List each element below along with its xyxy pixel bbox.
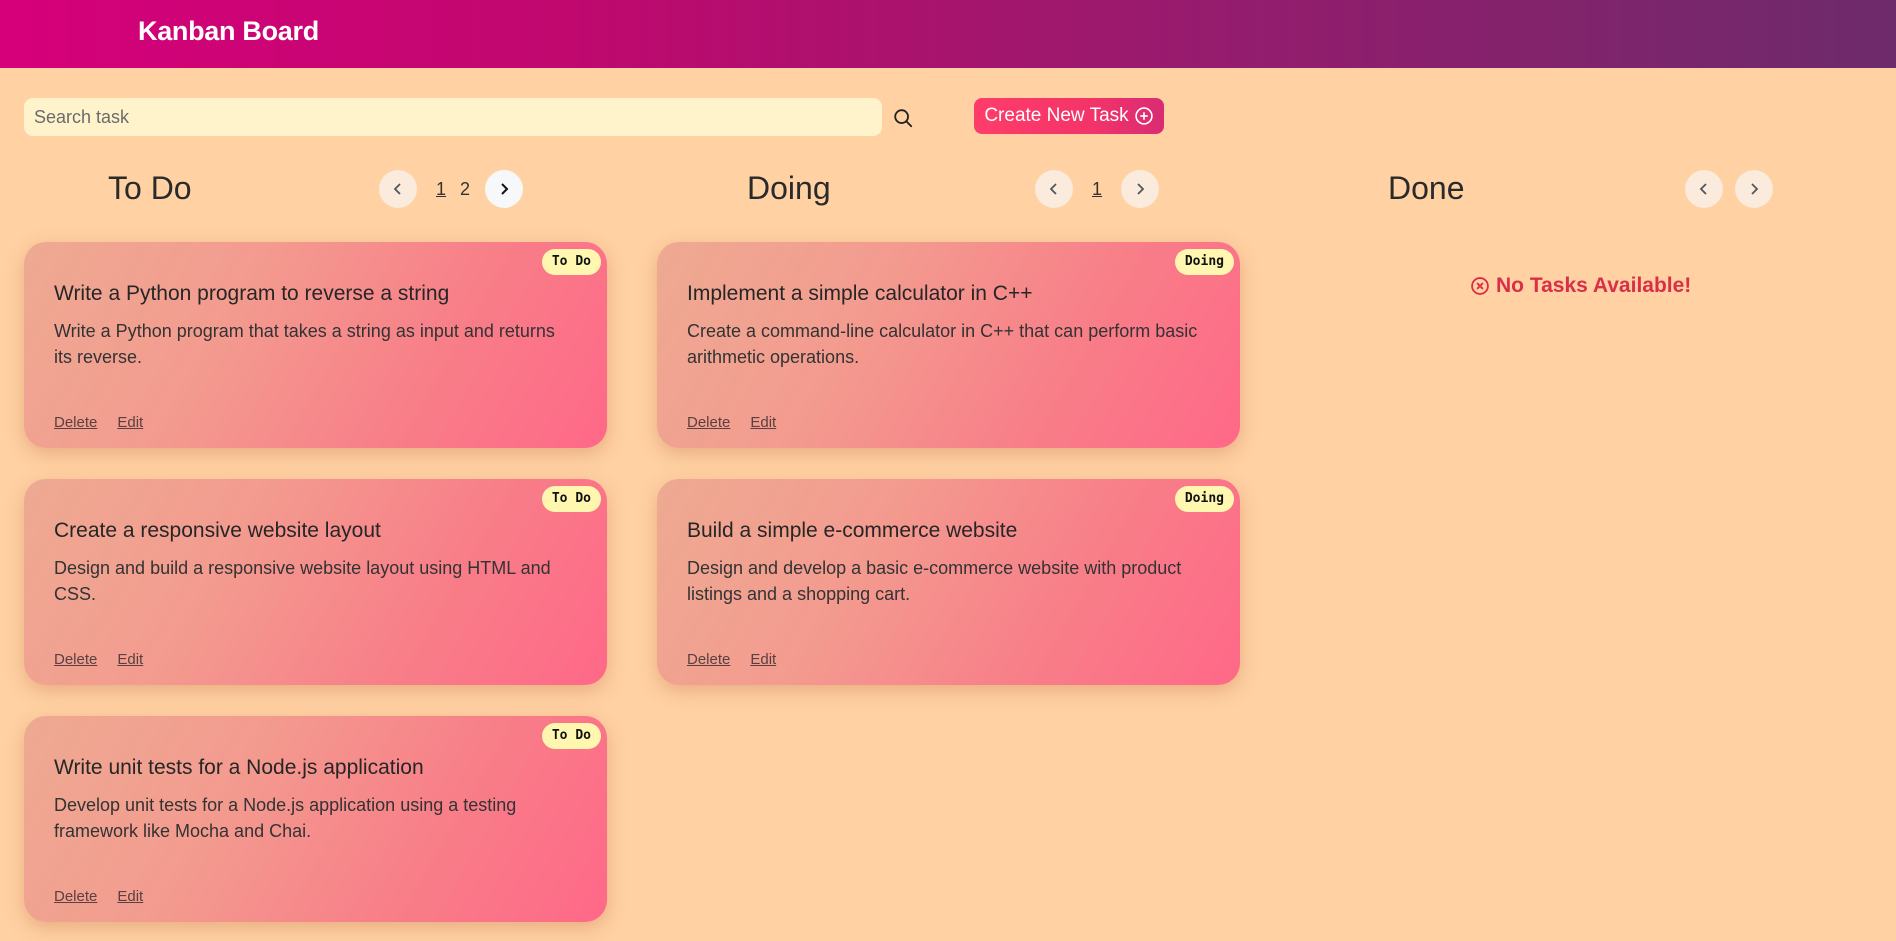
chevron-right-icon [501, 183, 509, 195]
page-number[interactable]: 1 [429, 179, 453, 200]
search-input[interactable] [24, 98, 882, 136]
edit-link[interactable]: Edit [117, 414, 143, 431]
empty-state: No Tasks Available! [1470, 274, 1691, 298]
search-button[interactable] [890, 105, 916, 131]
pager-done [1685, 170, 1773, 208]
create-task-button[interactable]: Create New Task [974, 98, 1164, 134]
status-badge: To Do [541, 723, 601, 749]
chevron-right-icon [1751, 183, 1759, 195]
status-badge: To Do [541, 249, 601, 275]
edit-link[interactable]: Edit [750, 651, 776, 668]
task-description: Design and build a responsive website la… [54, 558, 551, 604]
status-badge: Doing [1174, 486, 1234, 512]
task-title: Write unit tests for a Node.js applicati… [54, 756, 424, 779]
chevron-left-icon [393, 183, 401, 195]
edit-link[interactable]: Edit [117, 651, 143, 668]
delete-link[interactable]: Delete [687, 414, 730, 431]
task-card: Doing Build a simple e-commerce website … [657, 479, 1240, 685]
chevron-right-icon [1137, 183, 1145, 195]
next-page-button[interactable] [485, 170, 524, 208]
edit-link[interactable]: Edit [750, 414, 776, 431]
task-description: Design and develop a basic e-commerce we… [687, 558, 1182, 604]
delete-link[interactable]: Delete [54, 651, 97, 668]
page-number[interactable]: 1 [1085, 179, 1109, 200]
task-card: To Do Write unit tests for a Node.js app… [24, 716, 607, 922]
delete-link[interactable]: Delete [687, 651, 730, 668]
next-page-button[interactable] [1121, 170, 1160, 208]
search-icon [894, 109, 913, 128]
task-card: To Do Write a Python program to reverse … [24, 242, 607, 448]
task-title: Implement a simple calculator in C++ [687, 282, 1033, 305]
delete-link[interactable]: Delete [54, 888, 97, 905]
x-circle-icon [1471, 277, 1489, 295]
task-title: Write a Python program to reverse a stri… [54, 282, 450, 305]
pager-doing: 1 [1035, 170, 1160, 208]
column-title-todo: To Do [108, 170, 192, 206]
chevron-left-icon [1049, 183, 1057, 195]
task-title: Create a responsive website layout [54, 519, 381, 542]
prev-page-button[interactable] [379, 170, 417, 208]
app-title: Kanban Board [138, 16, 319, 46]
task-card: To Do Create a responsive website layout… [24, 479, 607, 685]
pager-todo: 1 2 [379, 170, 524, 208]
task-title: Build a simple e-commerce website [687, 519, 1018, 542]
chevron-left-icon [1699, 183, 1707, 195]
create-task-label: Create New Task [984, 105, 1129, 126]
app-header: Kanban Board [0, 0, 1896, 68]
status-badge: Doing [1174, 249, 1234, 275]
task-description: Write a Python program that takes a stri… [54, 321, 555, 367]
edit-link[interactable]: Edit [117, 888, 143, 905]
delete-link[interactable]: Delete [54, 414, 97, 431]
task-card: Doing Implement a simple calculator in C… [657, 242, 1240, 448]
prev-page-button[interactable] [1035, 170, 1073, 208]
status-badge: To Do [541, 486, 601, 512]
task-description: Create a command-line calculator in C++ … [687, 321, 1198, 367]
empty-message: No Tasks Available! [1496, 274, 1692, 297]
next-page-button[interactable] [1735, 170, 1773, 208]
column-title-done: Done [1388, 170, 1465, 206]
task-description: Develop unit tests for a Node.js applica… [54, 795, 517, 841]
prev-page-button[interactable] [1685, 170, 1723, 208]
plus-circle-icon [1134, 107, 1153, 125]
column-title-doing: Doing [747, 170, 831, 206]
page-number[interactable]: 2 [453, 179, 477, 200]
